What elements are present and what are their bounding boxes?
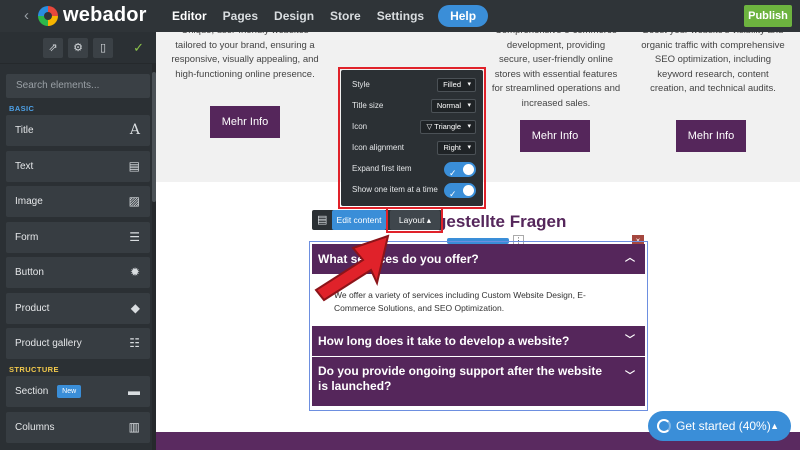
- nav-settings[interactable]: Settings: [369, 0, 432, 32]
- search-input[interactable]: Search elements...: [6, 74, 150, 98]
- edit-content-button[interactable]: Edit content: [332, 210, 386, 230]
- element-label: Title: [15, 125, 34, 136]
- help-button[interactable]: Help: [438, 5, 489, 27]
- mehr-info-button[interactable]: Mehr Info: [210, 106, 280, 138]
- element-image[interactable]: Image ▨: [6, 186, 150, 217]
- faq-question: What services do you offer?: [318, 252, 479, 266]
- chevron-left-icon[interactable]: ‹: [24, 7, 29, 24]
- nav-editor[interactable]: Editor: [164, 0, 215, 32]
- external-link-icon[interactable]: ⇗: [43, 38, 63, 58]
- tag-icon: ◆: [130, 300, 140, 315]
- elements-sidebar: ⇗ ⚙ ▯ ✓ Search elements... BASIC Title A…: [0, 32, 156, 450]
- top-bar: ‹ webador Editor Pages Design Store Sett…: [0, 0, 800, 32]
- element-label: Form: [15, 231, 39, 243]
- mehr-info-button[interactable]: Mehr Info: [520, 120, 590, 152]
- faq-question: Do you provide ongoing support after the…: [318, 364, 603, 393]
- element-label: Product: [15, 302, 50, 314]
- main-nav: Editor Pages Design Store Settings Help: [164, 0, 489, 32]
- text-icon: ▤: [128, 158, 140, 173]
- progress-ring-icon: [657, 419, 671, 433]
- mobile-preview-icon[interactable]: ▯: [93, 38, 113, 58]
- get-started-label: Get started (40%): [676, 419, 771, 433]
- logo-text: webador: [63, 4, 147, 26]
- list-icon: ☷: [129, 336, 140, 350]
- publish-button[interactable]: Publish: [744, 5, 792, 27]
- service-text: Unique, user-friendly websites tailored …: [171, 32, 319, 80]
- element-label: Section: [15, 386, 49, 397]
- nav-design[interactable]: Design: [266, 0, 322, 32]
- element-label: Image: [15, 196, 43, 207]
- element-label: Button: [15, 267, 44, 278]
- chevron-up-icon: ▲: [770, 421, 779, 431]
- section-label-basic: BASIC: [9, 104, 35, 113]
- faq-item-header[interactable]: Do you provide ongoing support after the…: [312, 357, 645, 406]
- element-label: Text: [15, 160, 34, 172]
- check-icon: ✓: [133, 40, 144, 55]
- faq-answer: We offer a variety of services including…: [312, 274, 645, 326]
- faq-accordion: What services do you offer? ︿ We offer a…: [309, 241, 648, 411]
- title-icon: A: [129, 122, 140, 138]
- element-label: Columns: [15, 421, 55, 433]
- element-columns[interactable]: Columns ▥: [6, 411, 150, 443]
- sidebar-tools: ⇗ ⚙ ▯ ✓: [0, 32, 156, 64]
- button-icon: ✹: [129, 265, 140, 279]
- element-product[interactable]: Product ◆: [6, 292, 150, 324]
- element-form[interactable]: Form ☰: [6, 221, 150, 253]
- chevron-down-icon: ﹀: [625, 335, 635, 346]
- form-icon: ☰: [129, 229, 140, 244]
- service-text: Boost your website's visibility and orga…: [641, 32, 785, 94]
- faq-item-header[interactable]: How long does it take to develop a websi…: [312, 326, 645, 356]
- get-started-button[interactable]: Get started (40%) ▲: [648, 411, 791, 441]
- mehr-info-button[interactable]: Mehr Info: [676, 120, 746, 152]
- element-button[interactable]: Button ✹: [6, 257, 150, 288]
- section-icon: ▬: [128, 384, 140, 398]
- element-text[interactable]: Text ▤: [6, 150, 150, 182]
- highlight-box: [338, 67, 486, 209]
- faq-item-header[interactable]: What services do you offer? ︿: [312, 244, 645, 274]
- image-icon: ▨: [128, 194, 140, 208]
- section-label-structure: STRUCTURE: [9, 365, 59, 374]
- element-title[interactable]: Title A: [6, 115, 150, 146]
- highlight-box: [386, 207, 443, 233]
- gear-icon[interactable]: ⚙: [68, 38, 88, 58]
- chevron-up-icon: ︿: [625, 253, 635, 264]
- faq-question: How long does it take to develop a websi…: [318, 334, 570, 348]
- element-label: Product gallery: [15, 338, 82, 349]
- list-icon[interactable]: ▤: [317, 213, 327, 226]
- service-text: Comprehensive e-commerce development, pr…: [491, 32, 621, 109]
- nav-store[interactable]: Store: [322, 0, 369, 32]
- chevron-down-icon: ﹀: [625, 371, 635, 382]
- webador-logo-icon: [38, 6, 58, 26]
- faq-heading: gestellte Fragen: [436, 212, 567, 231]
- element-product-gallery[interactable]: Product gallery ☷: [6, 328, 150, 359]
- page-canvas: Unique, user-friendly websites tailored …: [156, 32, 800, 450]
- new-badge: New: [57, 384, 82, 398]
- nav-pages[interactable]: Pages: [215, 0, 266, 32]
- columns-icon: ▥: [128, 419, 140, 434]
- element-section[interactable]: Section New ▬: [6, 376, 150, 407]
